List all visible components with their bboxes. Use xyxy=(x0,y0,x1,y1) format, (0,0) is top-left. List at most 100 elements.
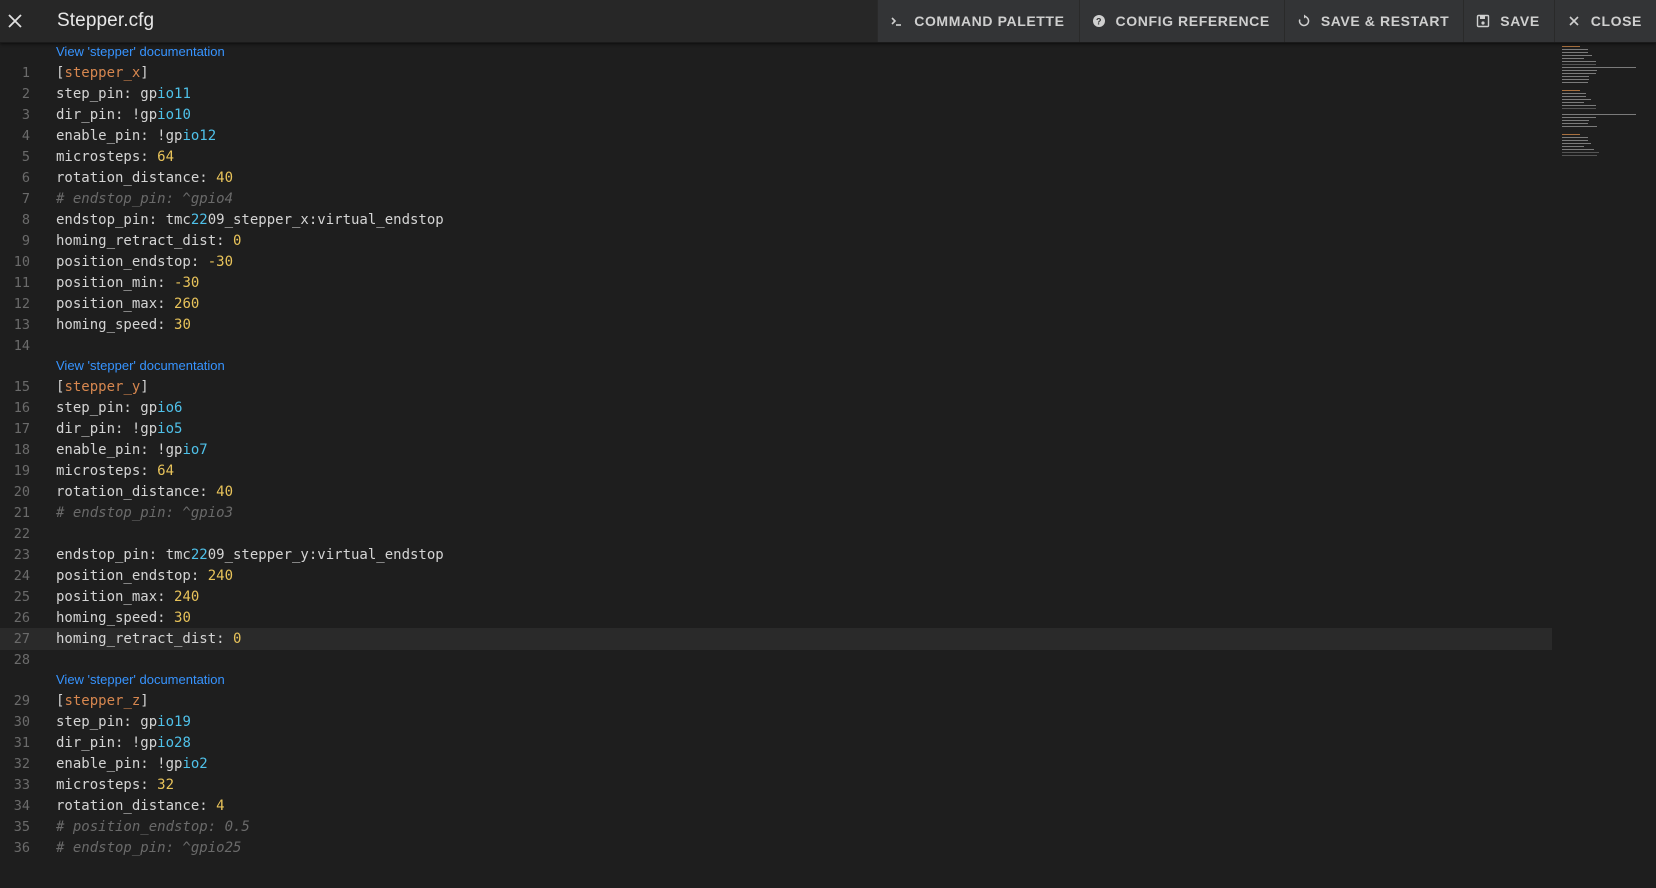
save-restart-button[interactable]: SAVE & RESTART xyxy=(1283,0,1463,42)
editor-scroll-gutter xyxy=(1552,42,1560,888)
code-line[interactable]: 19 microsteps: 64 xyxy=(0,460,1552,482)
code-text[interactable]: dir_pin: !gpio5 xyxy=(56,418,182,440)
code-line[interactable]: 14 xyxy=(0,335,1552,357)
code-line[interactable]: 26 homing_speed: 30 xyxy=(0,607,1552,629)
code-text[interactable]: microsteps: 64 xyxy=(56,146,174,168)
code-text[interactable]: [stepper_y] xyxy=(56,376,149,398)
code-text[interactable]: microsteps: 32 xyxy=(56,774,174,796)
code-line[interactable]: 23 endstop_pin: tmc2209_stepper_y:virtual… xyxy=(0,544,1552,566)
code-line[interactable]: 6 rotation_distance: 40 xyxy=(0,167,1552,189)
code-text[interactable]: microsteps: 64 xyxy=(56,460,174,482)
code-text[interactable]: step_pin: gpio19 xyxy=(56,711,191,733)
code-text[interactable]: position_min: -30 xyxy=(56,272,199,294)
code-line[interactable]: 10 position_endstop: -30 xyxy=(0,251,1552,273)
code-line[interactable]: 35 # position_endstop: 0.5 xyxy=(0,816,1552,838)
code-text[interactable]: homing_speed: 30 xyxy=(56,314,191,336)
view-stepper-documentation-link[interactable]: View 'stepper' documentation xyxy=(56,671,225,689)
code-text[interactable]: step_pin: gpio6 xyxy=(56,397,182,419)
code-text[interactable]: rotation_distance: 40 xyxy=(56,481,233,503)
minimap-line xyxy=(1562,140,1588,141)
code-text[interactable]: position_endstop: 240 xyxy=(56,565,233,587)
code-line[interactable]: 36 # endstop_pin: ^gpio25 xyxy=(0,837,1552,859)
code-text[interactable]: position_max: 260 xyxy=(56,293,199,315)
code-text[interactable]: position_max: 240 xyxy=(56,586,199,608)
code-text[interactable]: position_endstop: -30 xyxy=(56,251,233,273)
close-editor-button[interactable] xyxy=(0,0,30,42)
minimap-line xyxy=(1562,108,1596,109)
config-reference-button[interactable]: ? CONFIG REFERENCE xyxy=(1078,0,1284,42)
code-line[interactable]: 3 dir_pin: !gpio10 xyxy=(0,104,1552,126)
code-text[interactable]: enable_pin: !gpio12 xyxy=(56,125,216,147)
code-line[interactable]: 9 homing_retract_dist: 0 xyxy=(0,230,1552,252)
code-line[interactable]: 4 enable_pin: !gpio12 xyxy=(0,125,1552,147)
code-line[interactable]: 30 step_pin: gpio19 xyxy=(0,711,1552,733)
code-line[interactable]: 29 [stepper_z] xyxy=(0,690,1552,712)
code-line[interactable]: 15 [stepper_y] xyxy=(0,376,1552,398)
restart-icon xyxy=(1297,14,1311,28)
minimap-line xyxy=(1562,126,1598,127)
line-number: 23 xyxy=(13,547,30,563)
code-text[interactable]: homing_speed: 30 xyxy=(56,607,191,629)
code-text[interactable]: # endstop_pin: ^gpio25 xyxy=(56,837,241,859)
code-line[interactable]: 28 xyxy=(0,649,1552,671)
code-line[interactable]: 13 homing_speed: 30 xyxy=(0,314,1552,336)
code-line[interactable]: 32 enable_pin: !gpio2 xyxy=(0,753,1552,775)
code-text[interactable]: # position_endstop: 0.5 xyxy=(56,816,250,838)
code-line[interactable]: 2 step_pin: gpio11 xyxy=(0,83,1552,105)
code-line[interactable]: 31 dir_pin: !gpio28 xyxy=(0,732,1552,754)
line-number: 5 xyxy=(21,149,30,165)
minimap-line xyxy=(1562,93,1586,94)
view-stepper-documentation-link[interactable]: View 'stepper' documentation xyxy=(56,43,225,61)
code-line[interactable]: 8 endstop_pin: tmc2209_stepper_x:virtual_… xyxy=(0,209,1552,231)
minimap[interactable] xyxy=(1560,42,1656,888)
close-label: CLOSE xyxy=(1590,13,1642,29)
code-text[interactable]: enable_pin: !gpio7 xyxy=(56,439,208,461)
minimap-line xyxy=(1562,55,1593,56)
code-line[interactable]: 11 position_min: -30 xyxy=(0,272,1552,294)
code-line[interactable]: 34 rotation_distance: 4 xyxy=(0,795,1552,817)
minimap-line xyxy=(1562,46,1580,47)
close-button[interactable]: CLOSE xyxy=(1553,0,1656,42)
code-text[interactable]: enable_pin: !gpio2 xyxy=(56,753,208,775)
code-line[interactable]: 22 xyxy=(0,523,1552,545)
code-line[interactable]: 12 position_max: 260 xyxy=(0,293,1552,315)
code-line[interactable]: 7 # endstop_pin: ^gpio4 xyxy=(0,188,1552,210)
code-text[interactable]: endstop_pin: tmc2209_stepper_x:virtual_e… xyxy=(56,209,444,231)
code-line[interactable]: 24 position_endstop: 240 xyxy=(0,565,1552,587)
code-text[interactable]: [stepper_x] xyxy=(56,62,149,84)
line-number: 21 xyxy=(13,505,30,521)
code-line[interactable]: 20 rotation_distance: 40 xyxy=(0,481,1552,503)
code-line[interactable]: 1 [stepper_x] xyxy=(0,62,1552,84)
code-text[interactable]: dir_pin: !gpio10 xyxy=(56,104,191,126)
minimap-line xyxy=(1562,64,1596,65)
code-line[interactable]: 18 enable_pin: !gpio7 xyxy=(0,439,1552,461)
line-number: 17 xyxy=(13,421,30,437)
terminal-icon xyxy=(890,14,904,28)
save-button[interactable]: SAVE xyxy=(1463,0,1554,42)
code-line[interactable]: 27 homing_retract_dist: 0 xyxy=(0,628,1552,650)
minimap-line xyxy=(1562,123,1588,124)
code-text[interactable]: # endstop_pin: ^gpio3 xyxy=(56,502,233,524)
line-number: 22 xyxy=(13,526,30,542)
command-palette-button[interactable]: COMMAND PALETTE xyxy=(877,0,1078,42)
code-text[interactable]: rotation_distance: 4 xyxy=(56,795,225,817)
code-text[interactable]: endstop_pin: tmc2209_stepper_y:virtual_e… xyxy=(56,544,444,566)
line-number: 18 xyxy=(13,442,30,458)
code-text[interactable]: dir_pin: !gpio28 xyxy=(56,732,191,754)
code-text[interactable]: step_pin: gpio11 xyxy=(56,83,191,105)
code-line[interactable]: 5 microsteps: 64 xyxy=(0,146,1552,168)
code-line[interactable]: 25 position_max: 240 xyxy=(0,586,1552,608)
svg-text:?: ? xyxy=(1095,17,1101,27)
code-text[interactable]: rotation_distance: 40 xyxy=(56,167,233,189)
minimap-line xyxy=(1562,73,1596,74)
code-text[interactable]: homing_retract_dist: 0 xyxy=(56,230,241,252)
code-line[interactable]: 16 step_pin: gpio6 xyxy=(0,397,1552,419)
code-text[interactable]: # endstop_pin: ^gpio4 xyxy=(56,188,233,210)
code-line[interactable]: 33 microsteps: 32 xyxy=(0,774,1552,796)
code-line[interactable]: 21 # endstop_pin: ^gpio3 xyxy=(0,502,1552,524)
code-editor[interactable]: View 'stepper' documentation 1 [stepper_x]… xyxy=(0,42,1552,888)
code-text[interactable]: [stepper_z] xyxy=(56,690,149,712)
code-text[interactable]: homing_retract_dist: 0 xyxy=(56,628,241,650)
code-line[interactable]: 17 dir_pin: !gpio5 xyxy=(0,418,1552,440)
view-stepper-documentation-link[interactable]: View 'stepper' documentation xyxy=(56,357,225,375)
